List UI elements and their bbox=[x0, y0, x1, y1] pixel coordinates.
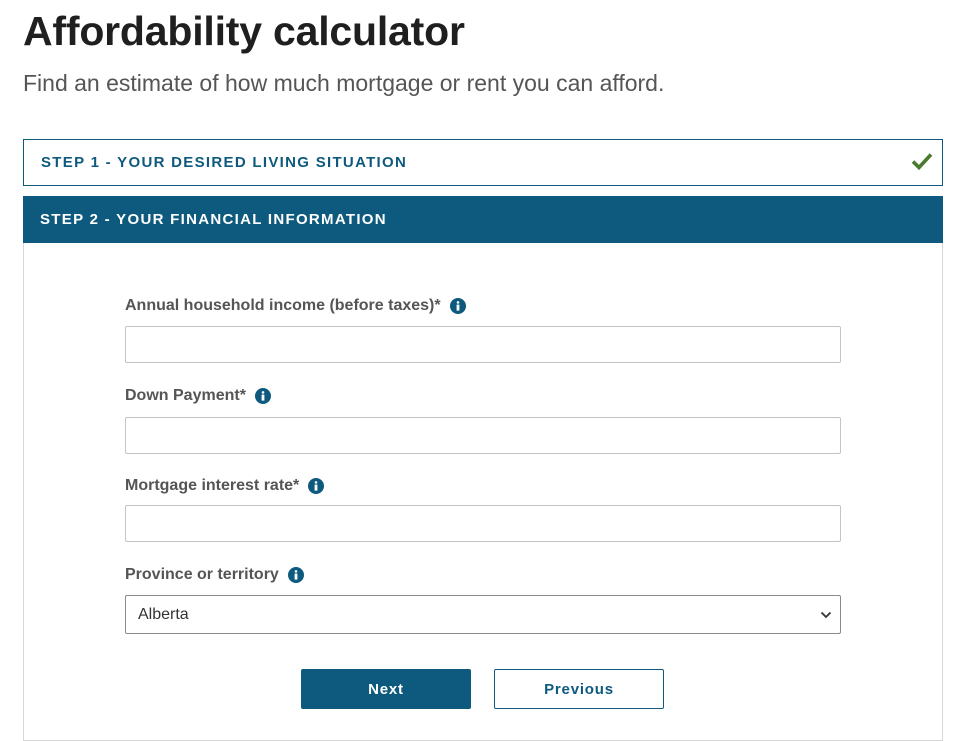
down-payment-field-label: Down Payment* bbox=[125, 387, 271, 405]
income-input[interactable] bbox=[125, 326, 841, 363]
page-subtitle: Find an estimate of how much mortgage or… bbox=[23, 70, 665, 96]
step-2-label: STEP 2 - YOUR FINANCIAL INFORMATION bbox=[40, 211, 387, 228]
province-field-label: Province or territory bbox=[125, 566, 304, 584]
previous-button[interactable]: Previous bbox=[494, 669, 664, 709]
check-icon bbox=[911, 153, 933, 171]
info-icon[interactable] bbox=[287, 567, 304, 583]
province-selected-value: Alberta bbox=[138, 605, 189, 623]
step-1-label: STEP 1 - YOUR DESIRED LIVING SITUATION bbox=[41, 154, 408, 171]
interest-rate-field-label: Mortgage interest rate* bbox=[125, 477, 325, 495]
chevron-down-icon bbox=[820, 611, 832, 619]
down-payment-input[interactable] bbox=[125, 417, 841, 454]
info-icon[interactable] bbox=[254, 388, 271, 404]
province-select[interactable]: Alberta bbox=[125, 595, 841, 634]
next-button[interactable]: Next bbox=[301, 669, 471, 709]
down-payment-label-text: Down Payment* bbox=[125, 387, 246, 404]
step-1-header[interactable]: STEP 1 - YOUR DESIRED LIVING SITUATION bbox=[23, 139, 943, 186]
affordability-calculator-page: Affordability calculator Find an estimat… bbox=[0, 0, 968, 741]
income-field-label: Annual household income (before taxes)* bbox=[125, 297, 466, 315]
page-title: Affordability calculator bbox=[23, 8, 465, 54]
province-label-text: Province or territory bbox=[125, 566, 279, 583]
info-icon[interactable] bbox=[449, 298, 466, 314]
income-label-text: Annual household income (before taxes)* bbox=[125, 297, 441, 314]
info-icon[interactable] bbox=[308, 478, 325, 494]
interest-rate-input[interactable] bbox=[125, 505, 841, 542]
interest-rate-label-text: Mortgage interest rate* bbox=[125, 477, 300, 494]
step-2-header[interactable]: STEP 2 - YOUR FINANCIAL INFORMATION bbox=[23, 196, 943, 243]
